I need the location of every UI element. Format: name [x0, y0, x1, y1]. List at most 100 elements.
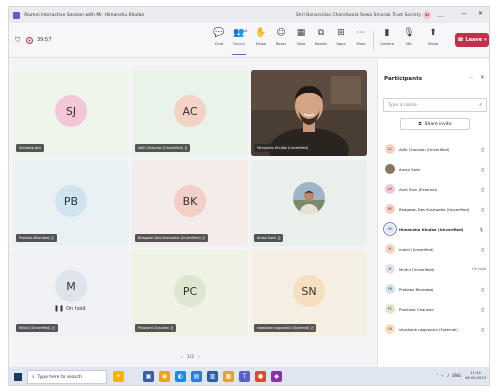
panel-more-button[interactable]: ⋯	[469, 75, 474, 81]
participant-tile[interactable]: M ❚❚ On hold Mridul (Unverified) 🎙̸	[13, 250, 129, 336]
mic-button[interactable]: 🎙 Mic	[398, 28, 420, 54]
app-icon[interactable]: ◆	[271, 371, 282, 382]
close-window-button[interactable]: ✕	[478, 10, 483, 17]
avatar: AC	[385, 144, 395, 154]
avatar: PC	[174, 275, 206, 307]
mic-muted-icon[interactable]: 🎙	[479, 227, 484, 232]
teams-window: Alumni Interactive Session with Mr. Hima…	[8, 6, 490, 386]
share-invite-button[interactable]: ⧉ Share invite	[400, 118, 470, 130]
task-view-icon[interactable]: ▣	[143, 371, 154, 382]
store-icon[interactable]: ▤	[191, 371, 202, 382]
participant-name: Prabhas Bhardwaj	[399, 286, 434, 292]
camera-icon: ▮	[384, 28, 390, 38]
participant-list-item[interactable]: HK Himanshu Khulbe (Unverified) 🎙	[378, 219, 489, 239]
recording-icon	[26, 37, 33, 44]
taskbar-search-input[interactable]: ⌕ Type here to search	[27, 370, 107, 384]
more-button[interactable]: ⋯ More	[350, 28, 372, 54]
language-indicator[interactable]: ENG	[452, 373, 461, 378]
participant-name-label: Bhagwan Das Kushwaha (Unverified) 🎙̸	[135, 234, 208, 242]
title-bar: Alumni Interactive Session with Mr. Hima…	[9, 7, 489, 23]
participant-tile[interactable]: AC Aditi Chauhan (Unverified) 🎙̸	[132, 70, 248, 156]
organization-name[interactable]: Shri Banarsidas Chandiwala Sewa Smarak T…	[296, 13, 421, 18]
camera-button[interactable]: ▮ Camera	[376, 28, 398, 54]
taskbar-clock[interactable]: 11:34 06-09-2023	[465, 371, 486, 381]
mic-muted-icon[interactable]: 🎙̸	[482, 207, 484, 212]
people-button[interactable]: 👥 14 People	[228, 28, 250, 55]
participant-name-label: Aditi Chauhan (Unverified) 🎙̸	[135, 144, 191, 152]
account-avatar[interactable]: SI	[423, 11, 431, 19]
grid-view-icon: ▦	[296, 28, 306, 38]
teams-taskbar-icon[interactable]: T	[239, 371, 250, 382]
chevron-down-icon[interactable]: ▾	[484, 37, 487, 43]
participant-list-item[interactable]: SN shashank nagvanshi (External) 🎙̸	[378, 319, 489, 339]
apps-button[interactable]: ⊞ Apps	[330, 28, 352, 54]
participant-list-item[interactable]: PC Prashant Chauhan 🎙̸	[378, 299, 489, 319]
participant-list-item[interactable]: AS Amit Sain (External) 🎙̸	[378, 179, 489, 199]
react-button[interactable]: ☺ React	[270, 28, 292, 54]
minimize-button[interactable]: —	[461, 10, 467, 17]
participant-tile-video[interactable]: Himanshu Khulbe (Unverified)	[251, 70, 367, 156]
participant-list-item[interactable]: BK Bhagwan Das Kushwaha (Unverified) 🎙̸	[378, 199, 489, 219]
mic-muted-icon[interactable]: 🎙̸	[482, 247, 484, 252]
participant-tile[interactable]: BK Bhagwan Das Kushwaha (Unverified) 🎙̸	[132, 160, 248, 246]
mic-muted-icon[interactable]: 🎙̸	[482, 327, 484, 332]
widget-icon[interactable]: ✦	[113, 371, 124, 382]
next-page-button[interactable]: ›	[198, 355, 200, 360]
people-count-badge: 14	[243, 29, 248, 33]
edge-icon[interactable]: ◐	[175, 371, 186, 382]
app-icon[interactable]: ●	[255, 371, 266, 382]
raise-hand-button[interactable]: ✋ Raise	[250, 28, 272, 54]
avatar: AS	[385, 184, 395, 194]
system-tray[interactable]: ˄ ⌁ ♪ ENG	[436, 373, 461, 378]
previous-page-button[interactable]: ‹	[181, 355, 183, 360]
mic-muted-icon[interactable]: 🎙̸	[482, 287, 484, 292]
chat-button[interactable]: 💬 Chat	[208, 28, 230, 54]
participant-list-item[interactable]: Aman Saini 🎙̸	[378, 159, 489, 179]
participant-search-input[interactable]: Type a name ⌕	[383, 98, 487, 112]
participant-name: Amit Sain (External)	[399, 186, 438, 192]
panel-close-button[interactable]: ✕	[480, 75, 485, 81]
participant-name: mohit (Unverified)	[399, 246, 434, 252]
avatar: AC	[174, 95, 206, 127]
share-button[interactable]: ⬆ Share	[422, 28, 444, 54]
chevron-up-icon[interactable]: ˄	[436, 373, 438, 378]
participant-name: shashank nagvanshi (External)	[399, 326, 458, 332]
phone-icon: ☎	[457, 37, 464, 43]
chrome-icon[interactable]: ◉	[159, 371, 170, 382]
participant-list-item[interactable]: PB Prabhas Bhardwaj 🎙̸	[378, 279, 489, 299]
participant-name-label: Himanshu Khulbe (Unverified)	[254, 144, 312, 152]
participant-list-item[interactable]: M Mridul (Unverified) On hold	[378, 259, 489, 279]
avatar: PB	[55, 185, 87, 217]
participant-tile[interactable]: SN shashank nagvanshi (External) 🎙̸	[251, 250, 367, 336]
share-icon: ⬆	[429, 28, 437, 38]
avatar: SN	[385, 324, 395, 334]
participant-name: Aditi Chauhan (Unverified)	[399, 146, 450, 152]
search-icon: ⌕	[479, 102, 482, 108]
mic-muted-icon: 🎙̸	[278, 236, 281, 240]
participant-tile[interactable]: PB Prabhas Bhardwaj 🎙̸	[13, 160, 129, 246]
participant-list-item[interactable]: Mmohit (Unverified) 🎙̸	[378, 239, 489, 259]
mic-muted-icon[interactable]: 🎙̸	[482, 147, 484, 152]
rooms-button[interactable]: ⧉ Rooms	[310, 28, 332, 54]
mic-muted-icon[interactable]: 🎙̸	[482, 167, 484, 172]
folder-icon[interactable]: ▦	[223, 371, 234, 382]
network-icon[interactable]: ⌁	[441, 373, 443, 378]
window-more-button[interactable]: ...	[437, 12, 443, 19]
windows-taskbar: ⌕ Type here to search ✦ ▣ ◉ ◐ ▤ ▥ ▦ T ● …	[9, 367, 489, 385]
mic-muted-icon[interactable]: 🎙̸	[482, 307, 484, 312]
file-explorer-icon[interactable]: ▥	[207, 371, 218, 382]
participant-tile[interactable]: Aman Saini 🎙̸	[251, 160, 367, 246]
participant-tile[interactable]: SJ Sandeep Jain	[13, 70, 129, 156]
view-button[interactable]: ▦ View	[290, 28, 312, 54]
windows-start-icon[interactable]	[14, 373, 22, 381]
toolbar-divider	[373, 31, 374, 51]
mic-muted-icon[interactable]: 🎙̸	[482, 187, 484, 192]
leave-button[interactable]: ☎ Leave ▾	[455, 33, 489, 47]
mic-muted-icon: 🎙̸	[171, 326, 174, 330]
participant-tile[interactable]: PC Prashant Chauhan 🎙̸	[132, 250, 248, 336]
participant-list-item[interactable]: AC Aditi Chauhan (Unverified) 🎙̸	[378, 139, 489, 159]
more-icon: ⋯	[356, 28, 366, 38]
smiley-icon: ☺	[276, 28, 286, 38]
shield-icon[interactable]: ⛉	[15, 36, 20, 45]
volume-icon[interactable]: ♪	[447, 373, 450, 378]
